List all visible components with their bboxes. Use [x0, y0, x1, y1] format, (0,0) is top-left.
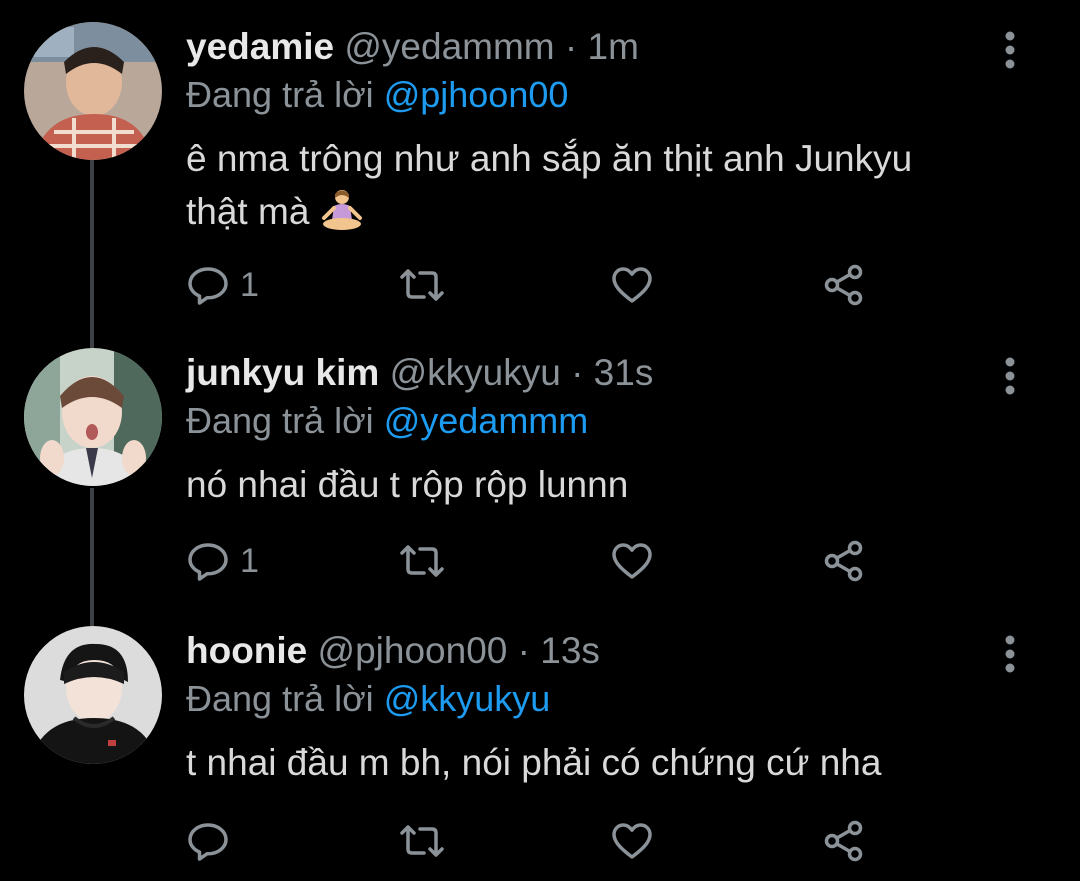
handle[interactable]: @pjhoon00 [318, 630, 508, 671]
separator: · [564, 26, 578, 67]
tweet-text-segment: thật mà [186, 191, 310, 232]
tweet-header: junkyu kim @kkyukyu · 31s [186, 348, 653, 398]
more-vertical-icon[interactable] [990, 356, 1030, 396]
timestamp[interactable]: 13s [540, 630, 600, 671]
avatar[interactable] [24, 626, 162, 764]
mention-link[interactable]: @pjhoon00 [384, 74, 569, 115]
reply-icon [186, 263, 230, 307]
avatar[interactable] [24, 348, 162, 486]
share-button[interactable] [822, 816, 866, 866]
retweet-button[interactable] [398, 816, 456, 866]
display-name[interactable]: hoonie [186, 630, 307, 671]
timestamp[interactable]: 31s [594, 352, 654, 393]
retweet-icon [398, 539, 446, 583]
tweet-header: hoonie @pjhoon00 · 13s [186, 626, 600, 676]
tweet-text-line: thật mà [186, 185, 1016, 246]
share-icon [822, 539, 866, 583]
retweet-button[interactable] [398, 536, 456, 586]
tweet-hoonie[interactable]: hoonie @pjhoon00 · 13s Đang trả lời @kky… [0, 626, 1080, 866]
replying-label: Đang trả lời [186, 400, 374, 441]
share-icon [822, 263, 866, 307]
tweet-text: nó nhai đầu t rộp rộp lunnn [186, 458, 1016, 511]
tweet-actions [186, 816, 886, 866]
reply-button[interactable]: 1 [186, 260, 259, 310]
tweet-text: ê nma trông như anh sắp ăn thịt anh Junk… [186, 132, 1016, 246]
replying-to: Đang trả lời @kkyukyu [186, 676, 550, 722]
retweet-icon [398, 819, 446, 863]
tweet-text: t nhai đầu m bh, nói phải có chứng cứ nh… [186, 736, 1016, 789]
like-button[interactable] [610, 536, 664, 586]
retweet-icon [398, 263, 446, 307]
handle[interactable]: @kkyukyu [390, 352, 561, 393]
tweet-text-line: t nhai đầu m bh, nói phải có chứng cứ nh… [186, 742, 882, 783]
reply-icon [186, 539, 230, 583]
share-icon [822, 819, 866, 863]
replying-to: Đang trả lời @yedammm [186, 398, 588, 444]
reply-count: 1 [240, 266, 259, 304]
tweet-actions: 1 [186, 260, 886, 310]
timestamp[interactable]: 1m [588, 26, 639, 67]
more-vertical-icon[interactable] [990, 634, 1030, 674]
reply-count: 1 [240, 542, 259, 580]
handle[interactable]: @yedammm [344, 26, 554, 67]
retweet-button[interactable] [398, 260, 456, 310]
avatar[interactable] [24, 22, 162, 160]
share-button[interactable] [822, 536, 866, 586]
tweet-header: yedamie @yedammm · 1m [186, 22, 639, 72]
tweet-actions: 1 [186, 536, 886, 586]
more-vertical-icon[interactable] [990, 30, 1030, 70]
share-button[interactable] [822, 260, 866, 310]
reply-button[interactable] [186, 816, 240, 866]
like-button[interactable] [610, 816, 664, 866]
separator: · [571, 352, 584, 393]
reply-icon [186, 819, 230, 863]
heart-icon [610, 539, 654, 583]
display-name[interactable]: junkyu kim [186, 352, 379, 393]
tweet-yedamie[interactable]: yedamie @yedammm · 1m Đang trả lời @pjho… [0, 22, 1080, 322]
reply-button[interactable]: 1 [186, 536, 259, 586]
mention-link[interactable]: @yedammm [384, 400, 589, 441]
replying-label: Đang trả lời [186, 74, 374, 115]
tweet-junkyu-kim[interactable]: junkyu kim @kkyukyu · 31s Đang trả lời @… [0, 348, 1080, 588]
like-button[interactable] [610, 260, 664, 310]
separator: · [517, 630, 530, 671]
person-in-lotus-position-icon [320, 188, 364, 246]
replying-label: Đang trả lời [186, 678, 374, 719]
display-name[interactable]: yedamie [186, 26, 334, 67]
tweet-text-line: nó nhai đầu t rộp rộp lunnn [186, 464, 629, 505]
mention-link[interactable]: @kkyukyu [384, 678, 551, 719]
heart-icon [610, 819, 654, 863]
replying-to: Đang trả lời @pjhoon00 [186, 72, 568, 118]
tweet-text-line: ê nma trông như anh sắp ăn thịt anh Junk… [186, 138, 913, 179]
heart-icon [610, 263, 654, 307]
